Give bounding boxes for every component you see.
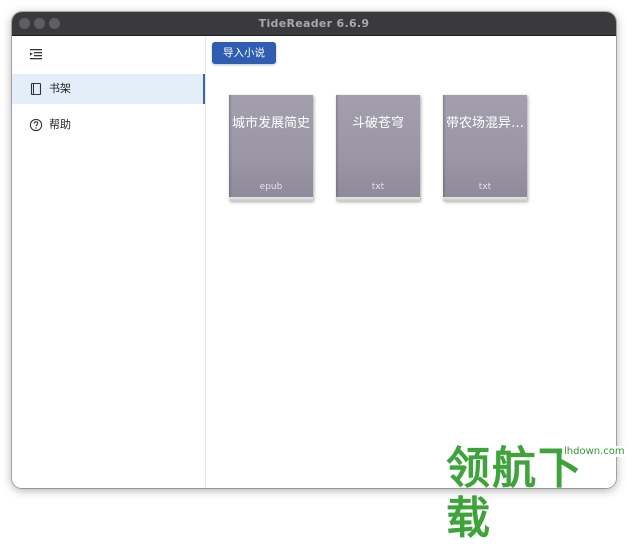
book-title: 城市发展简史: [231, 116, 310, 131]
main-content: 导入小说 城市发展简史 epub 斗破苍穹 txt 带农场混异… txt: [206, 36, 616, 488]
book-pages: [336, 197, 420, 201]
title-bar[interactable]: TideReader 6.6.9: [12, 12, 616, 36]
book-card[interactable]: 斗破苍穹 txt: [336, 95, 420, 201]
book-format: epub: [259, 182, 283, 192]
sidebar-item-label: 书架: [49, 82, 71, 95]
help-icon: [29, 118, 43, 132]
book-pages: [229, 197, 313, 201]
book-title: 带农场混异…: [445, 116, 524, 131]
sidebar-item-label: 帮助: [49, 118, 71, 131]
sidebar-item-help[interactable]: 帮助: [12, 110, 205, 140]
book-card[interactable]: 带农场混异… txt: [443, 95, 527, 201]
import-novel-button[interactable]: 导入小说: [212, 42, 276, 64]
sidebar: 书架 帮助: [12, 36, 206, 488]
window-title: TideReader 6.6.9: [258, 17, 370, 30]
book-format: txt: [371, 182, 385, 192]
book-title: 斗破苍穹: [351, 116, 404, 131]
watermark-logo: 领航下载 lhdown.com: [446, 438, 627, 544]
watermark-text: 领航下载: [446, 443, 584, 544]
book-format: txt: [478, 182, 492, 192]
app-window: TideReader 6.6.9 书架 帮助 导入小说 城市发展简史 epub …: [12, 12, 616, 488]
book-pages: [443, 197, 527, 201]
menu-collapse-icon[interactable]: [29, 47, 43, 61]
book-icon: [30, 82, 42, 96]
book-card[interactable]: 城市发展简史 epub: [229, 95, 313, 201]
watermark-url: lhdown.com: [562, 446, 627, 457]
sidebar-item-bookshelf[interactable]: 书架: [12, 74, 205, 104]
